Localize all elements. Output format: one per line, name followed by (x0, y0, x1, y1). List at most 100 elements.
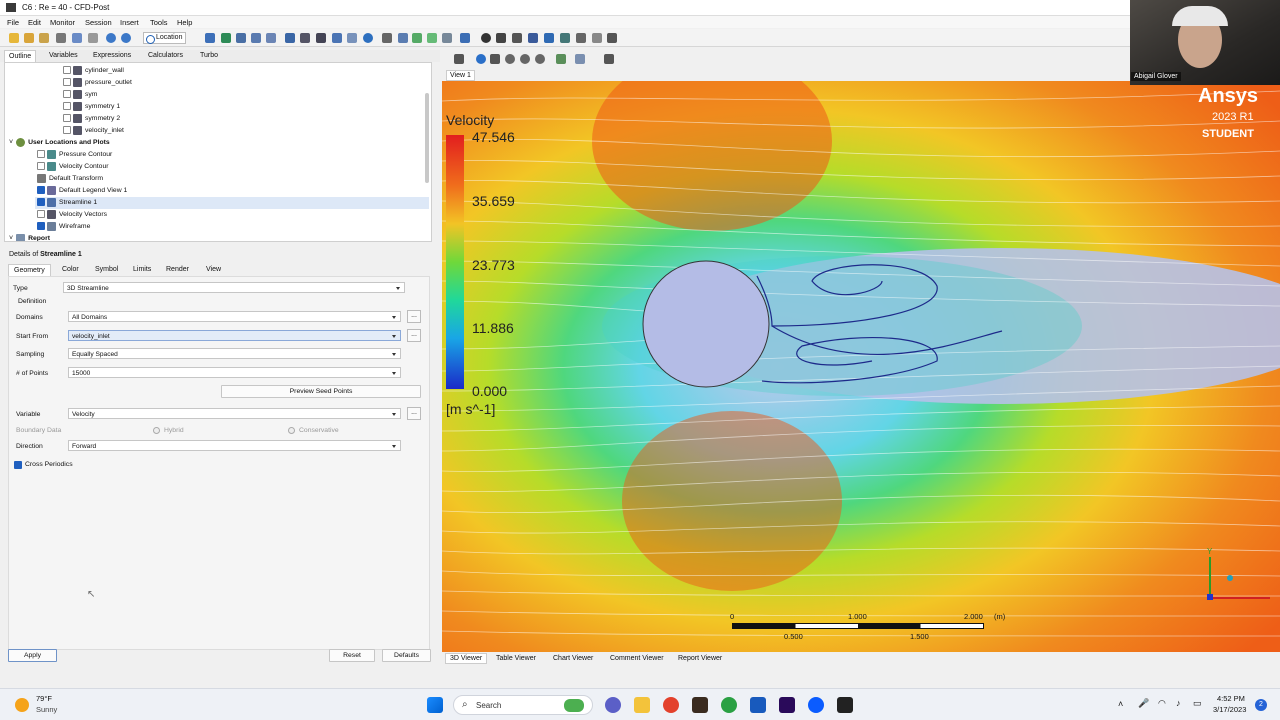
search-box[interactable]: ⌕ Search (453, 695, 593, 715)
menu-monitor[interactable]: Monitor (50, 18, 75, 27)
tab-outline[interactable]: Outline (4, 50, 37, 62)
cfd-post-icon[interactable] (837, 697, 853, 713)
tab-variables[interactable]: Variables (49, 52, 78, 59)
variable-ellipsis-button[interactable]: ... (407, 407, 421, 420)
pan-icon[interactable] (490, 54, 500, 64)
chart-icon[interactable] (427, 33, 437, 43)
chrome-icon[interactable] (663, 697, 679, 713)
case-comparison-icon[interactable] (544, 33, 554, 43)
domains-dropdown[interactable]: All Domains (68, 311, 401, 322)
comment-icon[interactable] (442, 33, 452, 43)
menu-insert[interactable]: Insert (120, 18, 139, 27)
tab-color[interactable]: Color (62, 266, 79, 273)
notification-badge[interactable]: 2 (1255, 699, 1267, 711)
viewport-layout-icon[interactable] (575, 54, 585, 64)
visibility-checkbox[interactable] (63, 78, 71, 87)
undo-icon[interactable] (106, 33, 116, 43)
rotate-icon[interactable] (476, 54, 486, 64)
variable-dropdown[interactable]: Velocity (68, 408, 401, 419)
quick-editor-icon[interactable] (512, 33, 522, 43)
visibility-checkbox[interactable] (63, 90, 71, 99)
volume-rendering-icon[interactable] (266, 33, 276, 43)
tree-item-pressure-contour[interactable]: Pressure Contour (37, 149, 112, 161)
visibility-checkbox[interactable] (37, 222, 45, 231)
tab-view[interactable]: View (206, 266, 221, 273)
contour-icon[interactable] (221, 33, 231, 43)
conservative-radio[interactable] (288, 427, 295, 434)
points-input[interactable]: 15000 (68, 367, 401, 378)
tab-calculators[interactable]: Calculators (148, 52, 183, 59)
workbench-icon[interactable] (692, 697, 708, 713)
tab-chart-viewer[interactable]: Chart Viewer (553, 655, 593, 662)
tab-report-viewer[interactable]: Report Viewer (678, 655, 722, 662)
visibility-checkbox[interactable] (63, 102, 71, 111)
tab-limits[interactable]: Limits (133, 266, 151, 273)
microphone-icon[interactable]: 🎤 (1138, 698, 1149, 709)
visibility-checkbox[interactable] (37, 186, 45, 195)
menu-file[interactable]: File (7, 18, 19, 27)
view-selector[interactable]: View 1 (446, 70, 475, 81)
tree-item-default-legend[interactable]: Default Legend View 1 (37, 185, 127, 197)
function-calculator-icon[interactable] (460, 33, 470, 43)
redo-icon[interactable] (121, 33, 131, 43)
premiere-icon[interactable] (779, 697, 795, 713)
open-state-icon[interactable] (39, 33, 49, 43)
visibility-checkbox[interactable] (37, 162, 45, 171)
tree-group-user-locations[interactable]: ˅ User Locations and Plots (9, 137, 110, 149)
wifi-icon[interactable]: ◠ (1158, 698, 1166, 709)
preview-seed-points-button[interactable]: Preview Seed Points (221, 385, 421, 398)
coordinate-frame-icon[interactable] (363, 33, 373, 43)
print-icon[interactable] (88, 33, 98, 43)
timestep-icon[interactable] (481, 33, 491, 43)
menu-tools[interactable]: Tools (150, 18, 168, 27)
hybrid-radio[interactable] (153, 427, 160, 434)
expressions-icon[interactable] (398, 33, 408, 43)
probe-icon[interactable] (528, 33, 538, 43)
3d-viewport[interactable]: Velocity 47.546 35.659 23.773 11.886 0.0… (442, 81, 1280, 652)
streamline-icon[interactable] (236, 33, 246, 43)
text-icon[interactable] (285, 33, 295, 43)
zoom-box-icon[interactable] (520, 54, 530, 64)
location-dropdown[interactable]: Location (143, 32, 187, 44)
tab-3d-viewer[interactable]: 3D Viewer (445, 653, 488, 664)
tree-item-streamline-1[interactable]: Streamline 1 (35, 197, 429, 209)
menu-session[interactable]: Session (85, 18, 112, 27)
word-icon[interactable] (750, 697, 766, 713)
type-dropdown[interactable]: 3D Streamline (63, 282, 405, 293)
command-editor-icon[interactable] (607, 33, 617, 43)
mesh-calculator-icon[interactable] (560, 33, 570, 43)
menu-edit[interactable]: Edit (28, 18, 41, 27)
tree-item-cylinder-wall[interactable]: cylinder_wall (63, 65, 124, 77)
turbo-icon[interactable] (592, 33, 602, 43)
weather-sun-icon[interactable] (15, 698, 29, 712)
tab-expressions[interactable]: Expressions (93, 52, 131, 59)
select-icon[interactable] (454, 54, 464, 64)
tree-item-pressure-outlet[interactable]: pressure_outlet (63, 77, 132, 89)
particle-track-icon[interactable] (251, 33, 261, 43)
tree-item-velocity-contour[interactable]: Velocity Contour (37, 161, 109, 173)
visibility-checkbox[interactable] (37, 150, 45, 159)
vector-icon[interactable] (205, 33, 215, 43)
clock-date[interactable]: 3/17/2023 (1213, 705, 1246, 714)
tab-table-viewer[interactable]: Table Viewer (496, 655, 536, 662)
apply-button[interactable]: Apply (8, 649, 57, 662)
tab-comment-viewer[interactable]: Comment Viewer (610, 655, 664, 662)
color-map-icon[interactable] (316, 33, 326, 43)
macro-calculator-icon[interactable] (576, 33, 586, 43)
volume-icon[interactable]: ♪ (1176, 698, 1181, 708)
chevron-down-icon[interactable]: ˅ (9, 235, 13, 241)
visibility-checkbox[interactable] (63, 126, 71, 135)
visibility-checkbox[interactable] (37, 198, 45, 207)
camera-icon[interactable] (556, 54, 566, 64)
tree-item-velocity-vectors[interactable]: Velocity Vectors (37, 209, 107, 221)
tree-item-velocity-inlet[interactable]: velocity_inlet (63, 125, 124, 137)
start-button-icon[interactable] (427, 697, 443, 713)
tree-item-sym[interactable]: sym (63, 89, 97, 101)
table-icon[interactable] (412, 33, 422, 43)
save-state-icon[interactable] (56, 33, 66, 43)
animation-icon[interactable] (496, 33, 506, 43)
chevron-up-icon[interactable]: ˄ (1118, 699, 1123, 709)
sampling-dropdown[interactable]: Equally Spaced (68, 348, 401, 359)
start-from-ellipsis-button[interactable]: ... (407, 329, 421, 342)
tab-render[interactable]: Render (166, 266, 189, 273)
